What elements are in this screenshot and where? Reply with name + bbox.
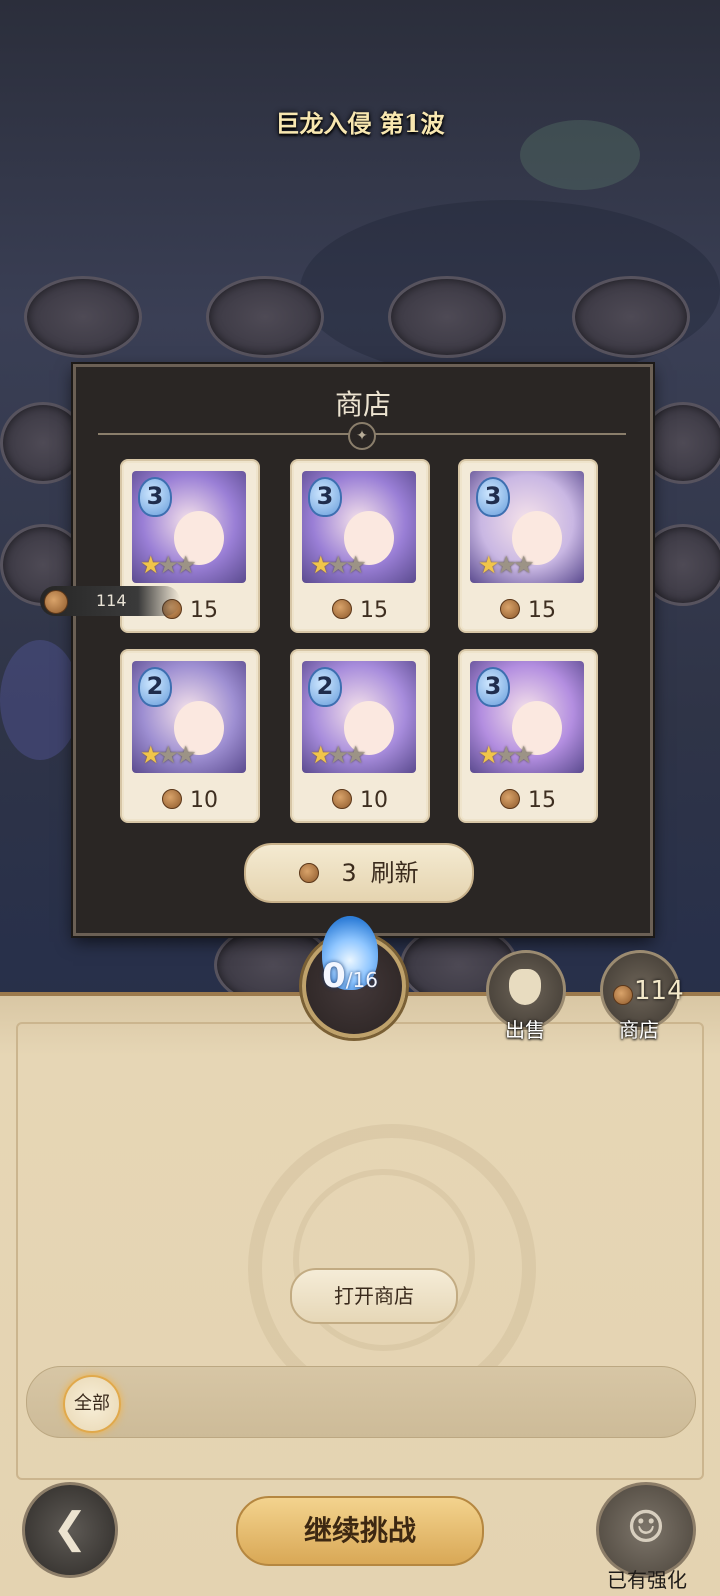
- unit-counter: 0/16: [302, 956, 398, 996]
- map-slot[interactable]: [388, 276, 506, 358]
- coin-icon: [500, 599, 520, 619]
- coin-balance-pill: 114: [40, 586, 180, 616]
- compass-ornament-icon: ✦: [348, 422, 376, 450]
- hero-portrait: 3 ★ ★ ★: [302, 471, 416, 583]
- tier-badge: 2: [138, 667, 172, 707]
- star-rating: ★ ★ ★: [140, 553, 197, 577]
- shop-panel: 商店 ✦ 3 ★ ★ ★ 15 3 ★ ★ ★ 15 3 ★ ★ ★ 15 2 ★ ★ ★ 10 2 ★ ★ ★ 10 3 ★ ★ ★ 1…: [73, 364, 653, 936]
- hero-card[interactable]: 3 ★ ★ ★ 15: [290, 459, 430, 633]
- star-icon: ★: [175, 741, 197, 769]
- coin-icon: [44, 590, 68, 614]
- hero-price: 15: [460, 598, 596, 623]
- refresh-cost: 3: [341, 859, 357, 887]
- coin-amount: 114: [634, 976, 684, 1006]
- price-value: 10: [190, 788, 218, 813]
- star-icon: ★: [345, 551, 367, 579]
- hero-card[interactable]: 3 ★ ★ ★ 15: [458, 649, 598, 823]
- unit-count-max: /16: [345, 968, 378, 992]
- filter-bar: 全部: [26, 1366, 696, 1438]
- unit-count-current: 0: [322, 956, 346, 996]
- hero-card[interactable]: 3 ★ ★ ★ 15: [458, 459, 598, 633]
- continue-challenge-button[interactable]: 继续挑战: [236, 1496, 484, 1566]
- bench-panel: 打开商店 全部 ❮ 继续挑战 ☺ 已有强化: [0, 992, 720, 1596]
- crystal-bush: [0, 640, 80, 760]
- back-icon[interactable]: ❮: [22, 1482, 118, 1578]
- coin-icon: [162, 789, 182, 809]
- tier-badge: 3: [476, 477, 510, 517]
- tier-badge: 2: [308, 667, 342, 707]
- hero-portrait: 3 ★ ★ ★: [470, 661, 584, 773]
- map-slot[interactable]: [206, 276, 324, 358]
- coin-icon: [500, 789, 520, 809]
- tier-badge: 3: [138, 477, 172, 517]
- shop-label: 商店: [619, 1018, 659, 1042]
- hero-card[interactable]: 2 ★ ★ ★ 10: [120, 649, 260, 823]
- hero-portrait: 3 ★ ★ ★: [132, 471, 246, 583]
- price-value: 15: [190, 598, 218, 623]
- map-slot[interactable]: [24, 276, 142, 358]
- coin-icon: [332, 599, 352, 619]
- hero-price: 10: [122, 788, 258, 813]
- star-rating: ★ ★ ★: [310, 743, 367, 767]
- hero-price: 10: [292, 788, 428, 813]
- coin-icon: [613, 985, 633, 1005]
- coin-icon: [332, 789, 352, 809]
- star-rating: ★ ★ ★: [478, 743, 535, 767]
- filter-all-button[interactable]: 全部: [63, 1375, 121, 1433]
- price-value: 15: [360, 598, 388, 623]
- map-slot[interactable]: [572, 276, 690, 358]
- star-icon: ★: [513, 741, 535, 769]
- star-rating: ★ ★ ★: [310, 553, 367, 577]
- wave-title: 巨龙入侵 第1波: [275, 109, 445, 138]
- enhanced-label: 已有强化: [607, 1568, 687, 1592]
- tier-badge: 3: [308, 477, 342, 517]
- star-icon: ★: [345, 741, 367, 769]
- sell-bag-icon: [509, 969, 541, 1005]
- star-icon: ★: [175, 551, 197, 579]
- star-rating: ★ ★ ★: [140, 743, 197, 767]
- open-shop-button[interactable]: 打开商店: [290, 1268, 458, 1324]
- star-rating: ★ ★ ★: [478, 553, 535, 577]
- sell-label: 出售: [505, 1018, 545, 1042]
- shop-title: 商店: [334, 388, 391, 421]
- refresh-label: 刷新: [370, 859, 419, 887]
- refresh-button[interactable]: 3 刷新: [244, 843, 474, 903]
- star-icon: ★: [513, 551, 535, 579]
- price-value: 15: [528, 598, 556, 623]
- hero-portrait: 2 ★ ★ ★: [132, 661, 246, 773]
- hero-price: 15: [292, 598, 428, 623]
- coin-pill-amount: 114: [96, 591, 127, 610]
- coin-icon: [299, 862, 320, 883]
- hero-portrait: 2 ★ ★ ★: [302, 661, 416, 773]
- hero-portrait: 3 ★ ★ ★: [470, 471, 584, 583]
- tier-badge: 3: [476, 667, 510, 707]
- hero-price: 15: [460, 788, 596, 813]
- hero-card[interactable]: 2 ★ ★ ★ 10: [290, 649, 430, 823]
- price-value: 10: [360, 788, 388, 813]
- price-value: 15: [528, 788, 556, 813]
